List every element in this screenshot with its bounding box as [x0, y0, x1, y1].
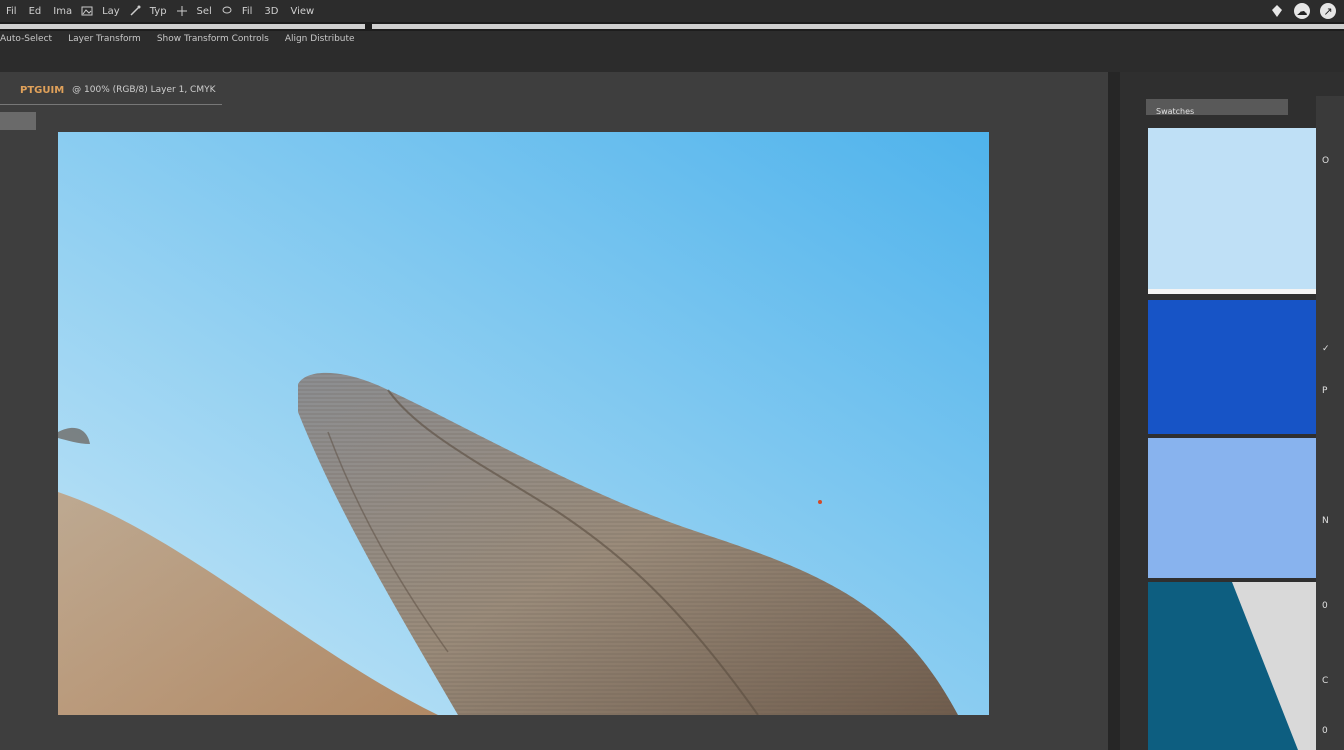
strip-label[interactable]: N: [1322, 516, 1329, 526]
swatch-cornflower[interactable]: [1148, 438, 1316, 578]
layer-transform-option[interactable]: Layer Transform: [68, 34, 141, 44]
swatch-separator: [1148, 289, 1316, 294]
strip-label[interactable]: 0: [1322, 726, 1328, 736]
menu-view[interactable]: View: [290, 6, 314, 17]
share-icon[interactable]: ↗: [1320, 3, 1336, 19]
strip-label[interactable]: O: [1322, 156, 1329, 166]
menu-3d[interactable]: 3D: [264, 6, 278, 17]
menu-filter[interactable]: Fil: [242, 6, 253, 17]
panel-header-label: Swatches: [1156, 107, 1195, 116]
menu-layer[interactable]: Lay: [102, 6, 120, 17]
panel-divider[interactable]: [1108, 72, 1120, 750]
panel-side-strip: O ✓ P N 0 C 0: [1316, 96, 1344, 750]
document-area: PTGUIM @ 100% (RGB/8) Layer 1, CMYK: [0, 72, 1108, 750]
swatch-teal-graphic: [1232, 582, 1316, 750]
cloud-icon[interactable]: ☁: [1294, 3, 1310, 19]
menu-type[interactable]: Typ: [150, 6, 167, 17]
menu-image[interactable]: Ima: [53, 6, 72, 17]
strip-label[interactable]: C: [1322, 676, 1328, 686]
document-tab[interactable]: PTGUIM: [20, 85, 64, 96]
swatch-teal[interactable]: [1148, 582, 1316, 750]
tab-underline: [0, 104, 222, 105]
swatches-panel: Swatches O ✓ P N 0 C 0: [1120, 72, 1344, 750]
show-transform-option[interactable]: Show Transform Controls: [157, 34, 269, 44]
top-bar: Fil Ed Ima Lay Typ Sel Fil 3D View Auto-…: [0, 0, 1344, 72]
top-right-icons: ☁ ↗: [1270, 3, 1336, 19]
options-segment: [372, 24, 1344, 29]
image-canvas[interactable]: [58, 132, 989, 715]
swatch-light-sky[interactable]: [1148, 128, 1316, 292]
options-track: [0, 22, 1344, 31]
menu-file[interactable]: Fil: [6, 6, 17, 17]
image-icon[interactable]: [81, 5, 93, 17]
strip-label[interactable]: ✓: [1322, 344, 1330, 354]
document-tab-bar: PTGUIM @ 100% (RGB/8) Layer 1, CMYK: [0, 82, 216, 98]
lasso-icon[interactable]: [221, 5, 233, 17]
move-icon[interactable]: [176, 5, 188, 17]
menu-edit[interactable]: Ed: [29, 6, 42, 17]
align-distribute-option[interactable]: Align Distribute: [285, 34, 355, 44]
strip-label[interactable]: 0: [1322, 601, 1328, 611]
swatch-deep-blue[interactable]: [1148, 300, 1316, 434]
strip-label[interactable]: P: [1322, 386, 1327, 396]
wand-icon[interactable]: [129, 5, 141, 17]
options-segment: [0, 24, 365, 29]
auto-select-option[interactable]: Auto-Select: [0, 34, 52, 44]
photo: [58, 132, 989, 715]
pin-icon[interactable]: [1270, 4, 1284, 18]
tool-button[interactable]: [0, 112, 36, 130]
menu-select[interactable]: Sel: [197, 6, 212, 17]
document-info: @ 100% (RGB/8) Layer 1, CMYK: [72, 85, 216, 95]
options-bar: Auto-Select Layer Transform Show Transfo…: [0, 32, 371, 46]
menu-bar: Fil Ed Ima Lay Typ Sel Fil 3D View: [0, 0, 320, 22]
panel-header[interactable]: Swatches: [1146, 99, 1288, 116]
